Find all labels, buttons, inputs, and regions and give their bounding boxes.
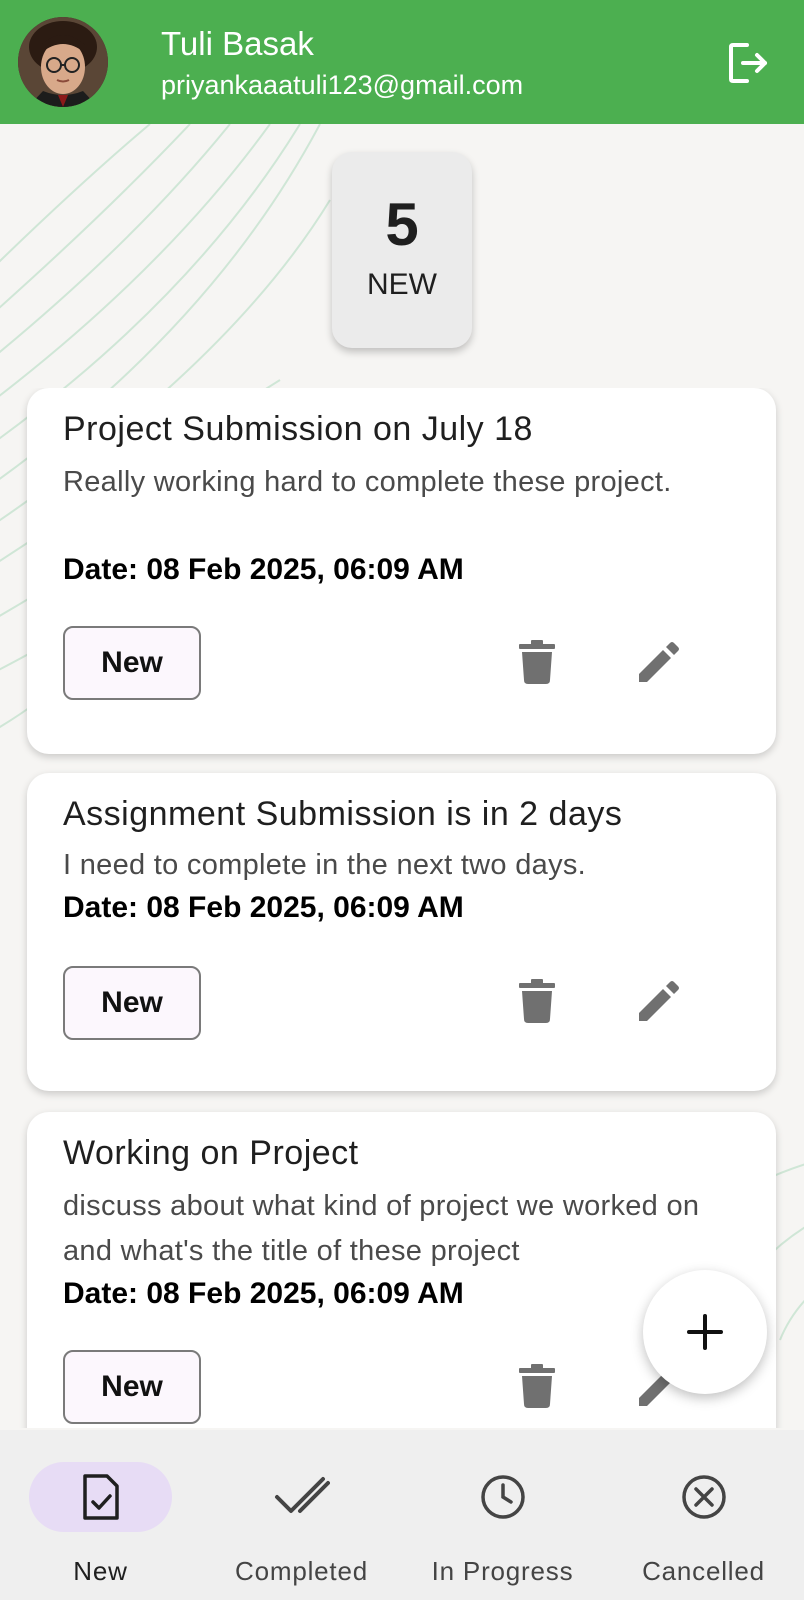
nav-item-completed[interactable]: Completed	[201, 1430, 402, 1600]
nav-label: In Progress	[431, 1556, 574, 1586]
nav-label: Completed	[235, 1556, 368, 1586]
task-list[interactable]: Project Submission on July 18 Really wor…	[0, 388, 804, 1428]
status-chip[interactable]: New	[63, 1350, 201, 1424]
logout-icon	[729, 43, 767, 83]
double-check-icon	[201, 1467, 402, 1527]
task-check-icon	[0, 1467, 201, 1527]
task-date: Date: 08 Feb 2025, 06:09 AM	[63, 553, 464, 586]
avatar[interactable]	[18, 17, 108, 107]
pencil-icon	[639, 642, 679, 682]
new-count-value: 5	[385, 191, 419, 258]
new-count-label: NEW	[367, 268, 437, 301]
trash-icon	[519, 640, 555, 684]
user-name: Tuli Basak	[161, 25, 314, 62]
cancel-circle-icon	[603, 1467, 804, 1527]
trash-icon	[519, 1364, 555, 1408]
nav-label: Cancelled	[642, 1556, 765, 1586]
task-date: Date: 08 Feb 2025, 06:09 AM	[63, 891, 464, 924]
task-card: Working on Project discuss about what ki…	[27, 1112, 776, 1428]
status-chip[interactable]: New	[63, 966, 201, 1040]
status-chip[interactable]: New	[63, 626, 201, 700]
delete-button[interactable]	[509, 1358, 565, 1414]
edit-button[interactable]	[631, 634, 687, 690]
pencil-icon	[639, 981, 679, 1021]
plus-icon	[687, 1314, 723, 1350]
bottom-navigation: New Completed In Progress Cancelled	[0, 1430, 804, 1600]
add-task-button[interactable]	[643, 1270, 767, 1394]
delete-button[interactable]	[509, 634, 565, 690]
trash-icon	[519, 979, 555, 1023]
app-bar: Tuli Basak priyankaaatuli123@gmail.com	[0, 0, 804, 124]
nav-item-cancelled[interactable]: Cancelled	[603, 1430, 804, 1600]
nav-label: New	[73, 1556, 128, 1586]
task-title: Project Submission on July 18	[63, 410, 533, 448]
task-date: Date: 08 Feb 2025, 06:09 AM	[63, 1277, 464, 1310]
nav-item-in-progress[interactable]: In Progress	[402, 1430, 603, 1600]
task-title: Assignment Submission is in 2 days	[63, 795, 623, 833]
avatar-image	[18, 17, 108, 107]
new-count-card: 5 NEW	[332, 152, 472, 348]
task-title: Working on Project	[63, 1134, 359, 1172]
task-description: Really working hard to complete these pr…	[63, 466, 672, 498]
task-card: Project Submission on July 18 Really wor…	[27, 388, 776, 754]
nav-item-new[interactable]: New	[0, 1430, 201, 1600]
clock-icon	[402, 1467, 603, 1527]
task-card: Assignment Submission is in 2 days I nee…	[27, 773, 776, 1091]
task-description: discuss about what kind of project we wo…	[63, 1190, 700, 1267]
logout-button[interactable]	[724, 38, 774, 88]
delete-button[interactable]	[509, 973, 565, 1029]
user-email: priyankaaatuli123@gmail.com	[161, 70, 524, 100]
edit-button[interactable]	[631, 973, 687, 1029]
task-description: I need to complete in the next two days.	[63, 849, 587, 881]
